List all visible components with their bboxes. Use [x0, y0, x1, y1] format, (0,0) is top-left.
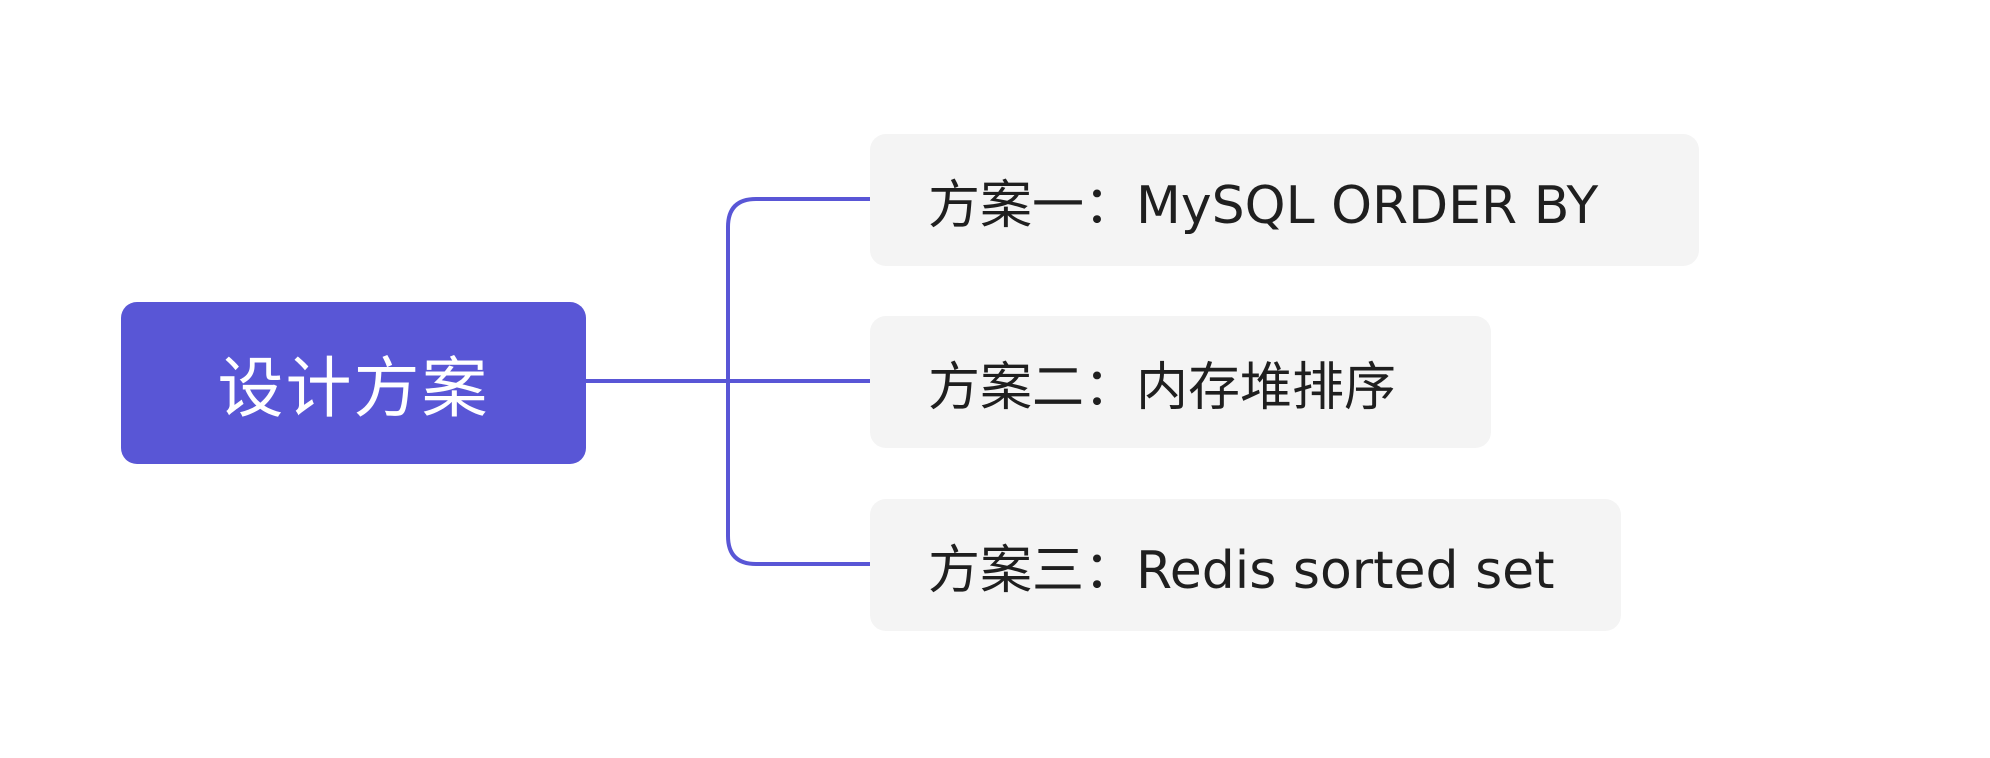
root-node[interactable]: 设计方案: [121, 302, 586, 464]
child-node-1[interactable]: 方案一：MySQL ORDER BY: [870, 134, 1699, 266]
root-node-label: 设计方案: [217, 350, 490, 427]
child-node-label: 方案一：MySQL ORDER BY: [928, 175, 1599, 236]
connector-branch-3: [726, 381, 870, 566]
mindmap-canvas: 设计方案 方案一：MySQL ORDER BY 方案二：内存堆排序 方案三：Re…: [0, 0, 1990, 758]
connector-branch-1: [726, 197, 870, 381]
child-node-3[interactable]: 方案三：Redis sorted set: [870, 499, 1621, 631]
child-node-label: 方案三：Redis sorted set: [928, 540, 1555, 601]
child-node-label: 方案二：内存堆排序: [928, 357, 1397, 418]
child-node-2[interactable]: 方案二：内存堆排序: [870, 316, 1491, 448]
